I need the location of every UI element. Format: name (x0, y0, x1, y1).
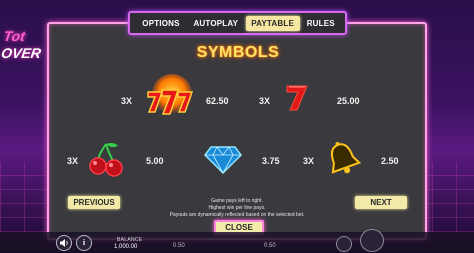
balance-label: BALANCE (117, 237, 143, 243)
stake-value-right: 0.50 (264, 243, 276, 249)
symbol-multiplier: 3X (303, 156, 315, 166)
symbol-payout: 2.50 (381, 156, 399, 166)
sound-button[interactable] (56, 235, 72, 251)
speaker-icon (60, 239, 68, 247)
paytable-info: Game pays left to right. Highest win per… (160, 198, 314, 219)
tab-options[interactable]: OPTIONS (136, 16, 186, 31)
info-button[interactable]: i (76, 235, 92, 251)
tab-paytable[interactable]: PAYTABLE (245, 15, 300, 31)
symbol-multiplier: 3X (121, 96, 133, 106)
game-logo-line2: OVER (0, 45, 43, 61)
symbol-payout: 25.00 (337, 96, 360, 106)
tab-bar: OPTIONS AUTOPLAY PAYTABLE RULES (128, 11, 347, 35)
tab-rules[interactable]: RULES (303, 16, 340, 31)
info-line: Payouts are dynamically reflected based … (169, 212, 305, 218)
stake-value-left: 0.50 (173, 243, 185, 249)
triple-seven-icon (147, 74, 194, 115)
tab-autoplay[interactable]: AUTOPLAY (189, 16, 243, 31)
diamond-icon (204, 146, 242, 175)
symbol-payout: 3.75 (262, 156, 280, 166)
bell-icon (331, 141, 361, 174)
cherries-icon (89, 142, 123, 177)
info-line: Game pays left to right. (211, 198, 263, 204)
info-icon: i (82, 238, 86, 247)
symbol-payout: 5.00 (146, 156, 164, 166)
page-title: SYMBOLS (196, 44, 280, 61)
info-line: Highest win per line pays. (208, 205, 266, 211)
symbol-payout: 62.50 (206, 96, 229, 106)
symbol-multiplier: 3X (259, 96, 271, 106)
spin-button[interactable] (360, 229, 384, 252)
previous-button[interactable]: PREVIOUS (68, 196, 120, 209)
balance-value: 1,000.00 (114, 244, 138, 250)
seven-icon (286, 85, 308, 111)
symbol-multiplier: 3X (67, 156, 79, 166)
autoplay-button[interactable] (336, 236, 352, 252)
next-button[interactable]: NEXT (355, 196, 407, 209)
